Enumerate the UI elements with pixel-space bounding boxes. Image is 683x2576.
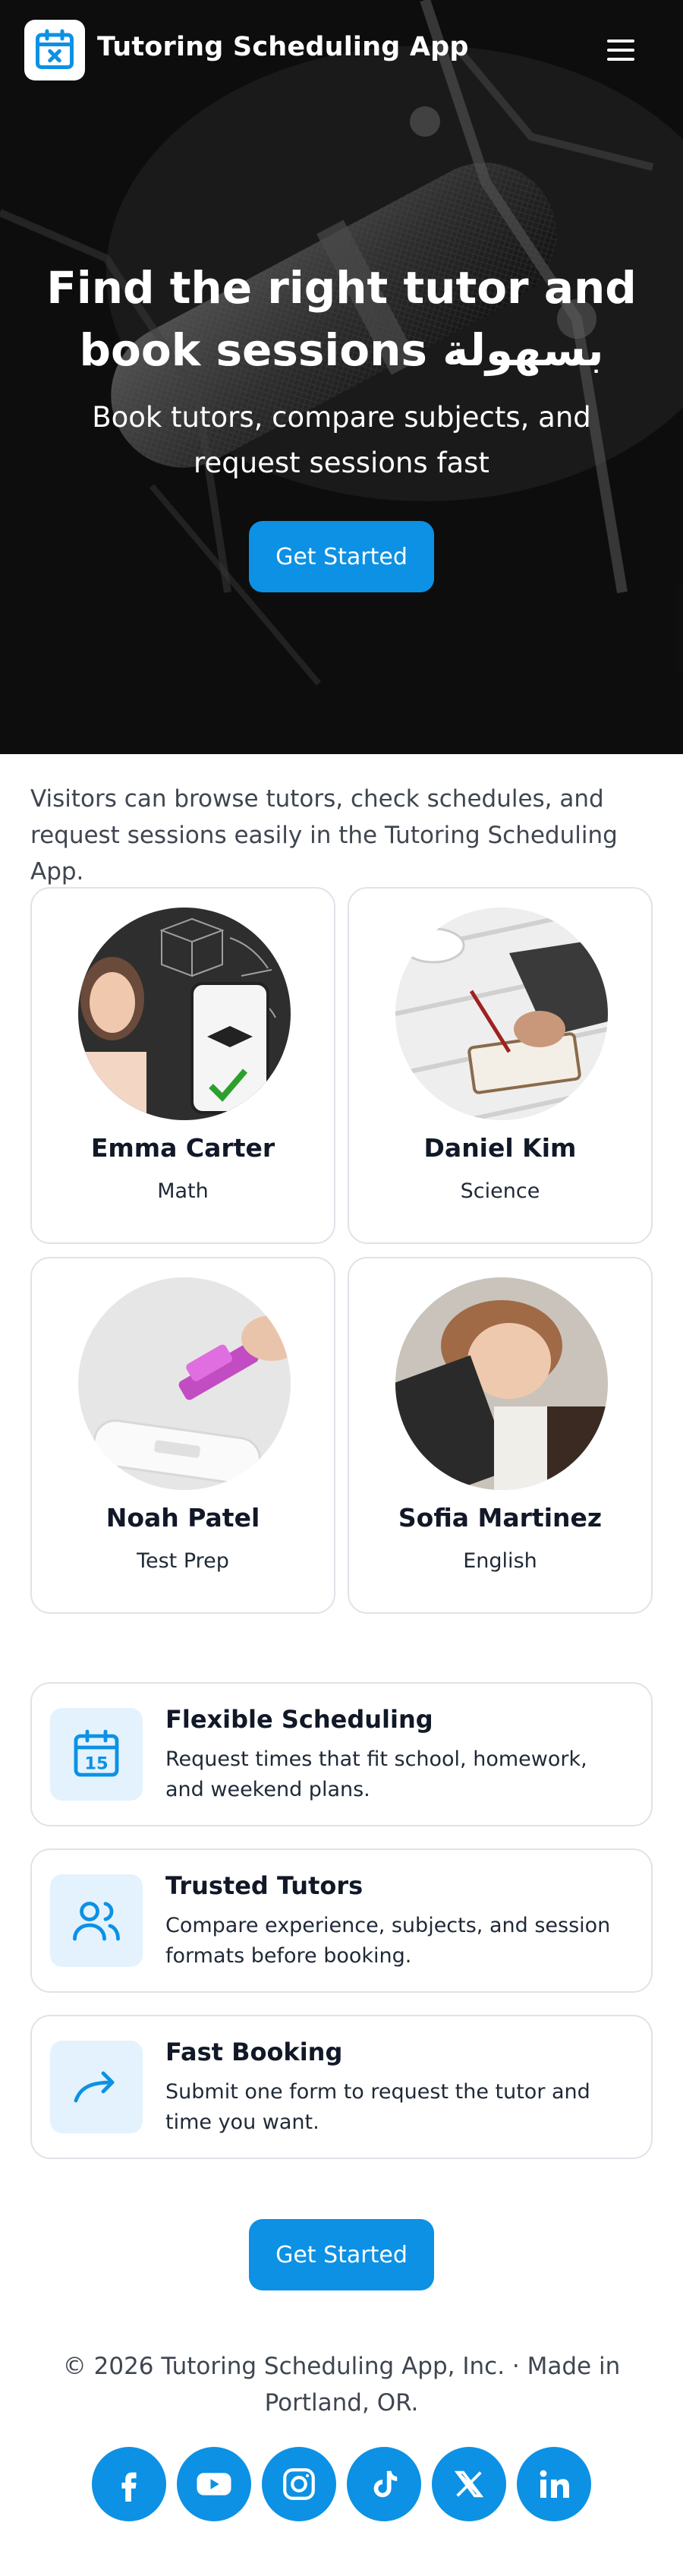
hamburger-menu-icon[interactable] (607, 33, 641, 67)
calendar-x-icon (36, 29, 74, 69)
tutor-name: Noah Patel (105, 1503, 260, 1533)
get-started-button-bottom[interactable]: Get Started (249, 2219, 434, 2290)
feature-description: Compare experience, subjects, and sessio… (165, 1914, 611, 1968)
hand-writing-notebook-photo (395, 908, 608, 1120)
feature-description: Request times that fit school, homework,… (165, 1747, 587, 1801)
tutor-subject: English (463, 1549, 537, 1573)
marker-pen-test-photo (78, 1277, 291, 1490)
tutor-card[interactable]: Noah Patel Test Prep (30, 1257, 335, 1614)
get-started-button[interactable]: Get Started (249, 521, 434, 592)
tutor-name: Daniel Kim (423, 1133, 577, 1163)
tutor-card[interactable]: Daniel Kim Science (348, 887, 653, 1244)
child-reading-book-photo (395, 1277, 608, 1490)
app-logo[interactable] (24, 20, 85, 80)
hero-subheading: Book tutors, compare subjects, and reque… (92, 401, 591, 479)
top-navigation: Tutoring Scheduling App (0, 0, 683, 100)
feature-card: 15 Flexible Scheduling Request times tha… (30, 1682, 653, 1826)
feature-card: Trusted Tutors Compare experience, subje… (30, 1848, 653, 1993)
tutor-subject: Math (157, 1179, 209, 1203)
woman-chalkboard-phone-photo (78, 908, 291, 1120)
svg-text:15: 15 (84, 1754, 108, 1774)
feature-icon-box (50, 1874, 143, 1967)
hero-heading: Find the right tutor and book sessions ب… (46, 262, 637, 376)
hero-section: Tutoring Scheduling App Find the right t… (0, 0, 683, 754)
tutor-subject: Test Prep (137, 1549, 229, 1573)
feature-icon-box: 15 (50, 1708, 143, 1801)
feature-icon-box (50, 2041, 143, 2133)
tutor-name: Emma Carter (90, 1133, 275, 1163)
arrow-right-icon (74, 2071, 115, 2103)
instagram-icon[interactable] (262, 2447, 336, 2521)
tutor-card[interactable]: Emma Carter Math (30, 887, 335, 1244)
tutor-avatar (395, 908, 608, 1120)
feature-title: Flexible Scheduling (165, 1705, 433, 1734)
x-icon[interactable] (432, 2447, 506, 2521)
intro-text: Visitors can browse tutors, check schedu… (30, 785, 618, 886)
tutor-avatar (78, 908, 291, 1120)
calendar-15-icon: 15 (74, 1729, 119, 1777)
tutor-avatar (395, 1277, 608, 1490)
social-links (0, 2447, 683, 2523)
feature-title: Trusted Tutors (165, 1871, 364, 1900)
tutor-subject: Science (460, 1179, 540, 1203)
feature-card: Fast Booking Submit one form to request … (30, 2015, 653, 2159)
youtube-icon[interactable] (177, 2447, 251, 2521)
tutor-avatar (78, 1277, 291, 1490)
facebook-icon[interactable] (92, 2447, 166, 2521)
app-title[interactable]: Tutoring Scheduling App (97, 32, 469, 62)
tiktok-icon[interactable] (347, 2447, 421, 2521)
tutor-name: Sofia Martinez (398, 1503, 603, 1533)
footer-copyright: © 2026 Tutoring Scheduling App, Inc. · M… (62, 2353, 621, 2417)
feature-description: Submit one form to request the tutor and… (165, 2080, 590, 2134)
feature-title: Fast Booking (165, 2038, 343, 2066)
users-icon (73, 1902, 120, 1941)
linkedin-icon[interactable] (517, 2447, 591, 2521)
tutor-card[interactable]: Sofia Martinez English (348, 1257, 653, 1614)
